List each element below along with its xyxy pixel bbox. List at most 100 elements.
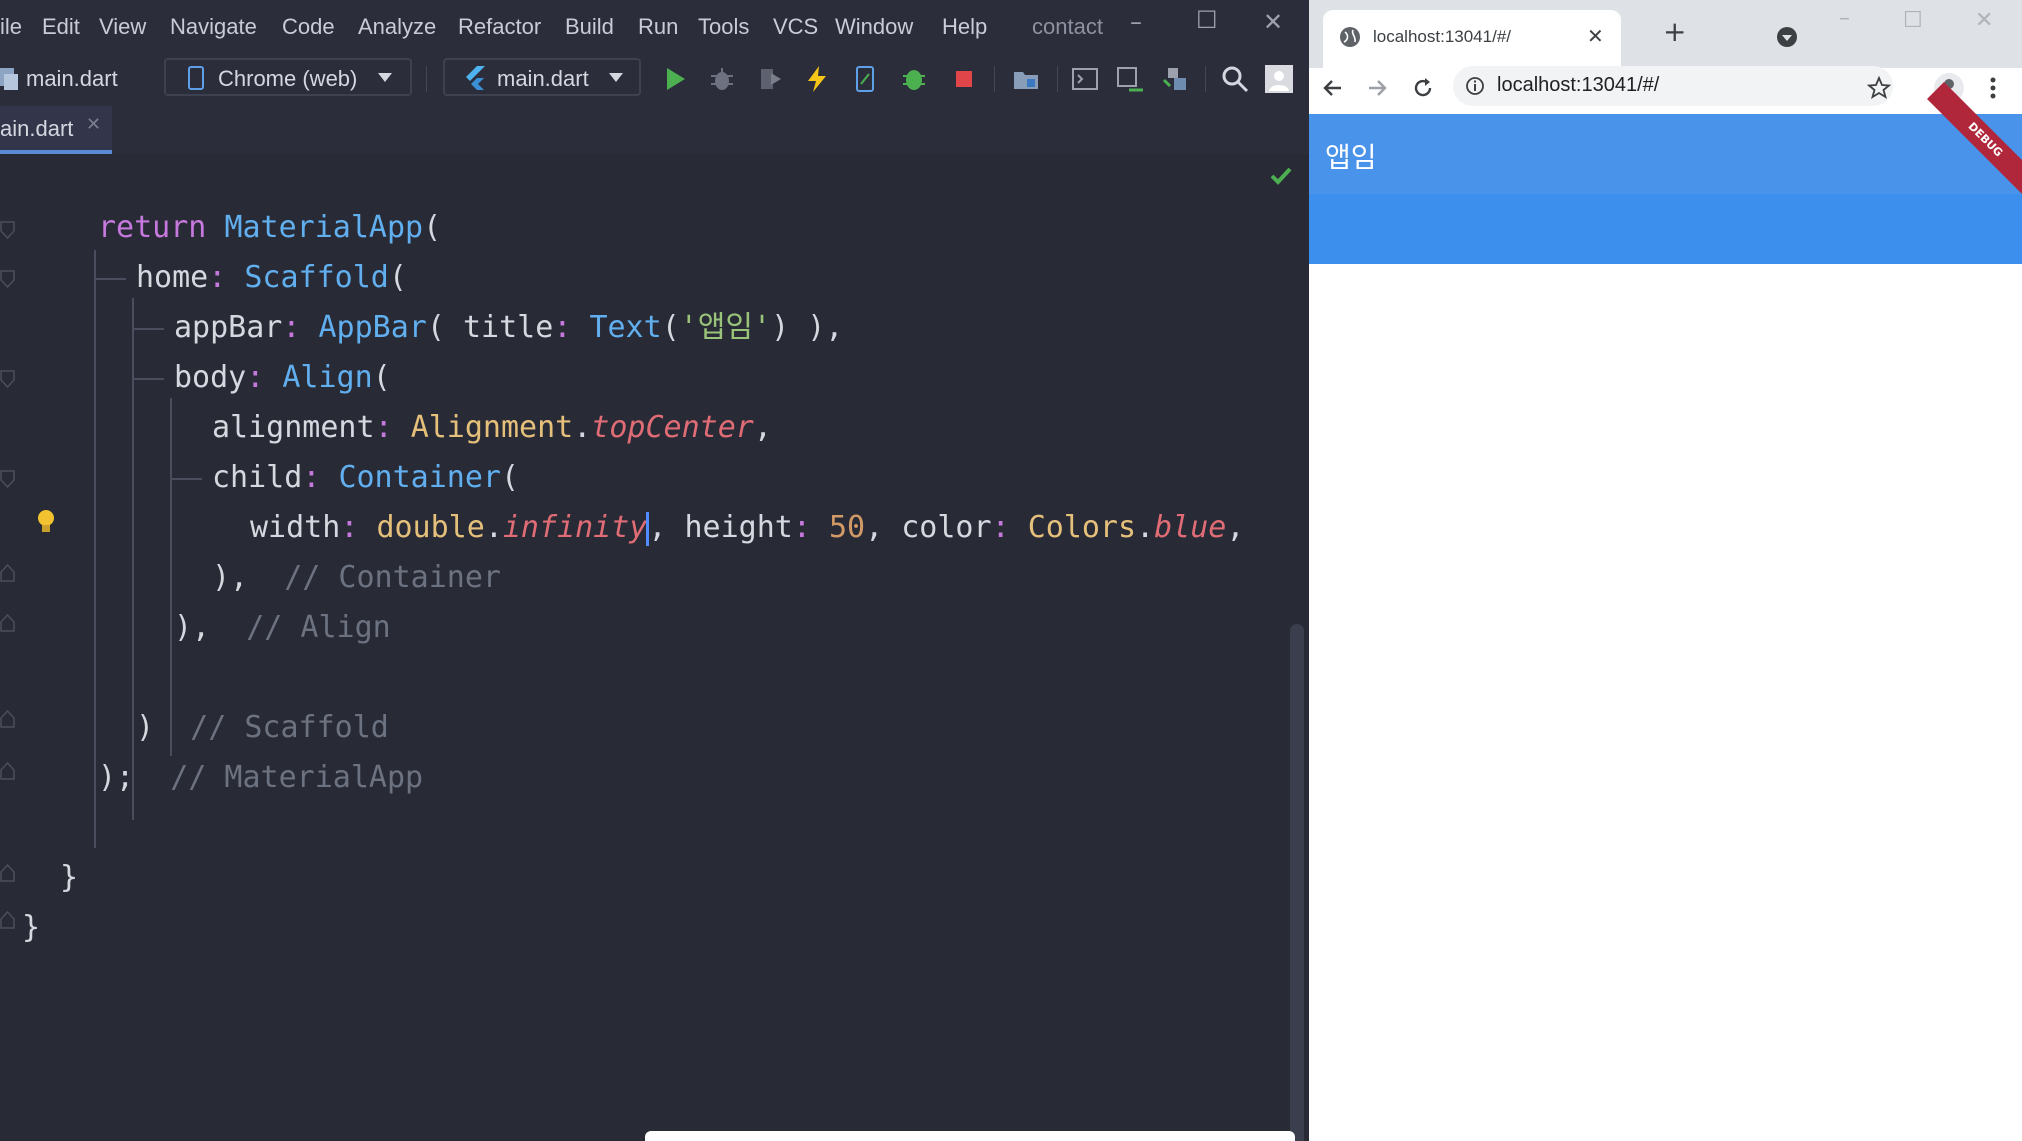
toolbar-divider [1057, 66, 1058, 92]
code-line: child: Container( [212, 460, 520, 495]
fold-icon[interactable] [0, 911, 16, 929]
code-line: body: Align( [174, 360, 391, 395]
device-label: Chrome (web) [218, 66, 358, 91]
tree-guide [132, 298, 134, 820]
tree-guide [170, 478, 202, 480]
menu-code[interactable]: Code [282, 14, 335, 40]
fold-icon[interactable] [0, 614, 16, 632]
code-line: ); // MaterialApp [98, 760, 424, 795]
menu-analyze[interactable]: Analyze [358, 14, 436, 40]
fold-icon[interactable] [0, 470, 16, 488]
project-structure-icon[interactable] [1011, 64, 1041, 94]
tab-main-dart[interactable]: ain.dart ✕ [0, 106, 112, 154]
bookmark-star-icon[interactable] [1867, 76, 1891, 100]
ide-window: ile Edit View Navigate Code Analyze Refa… [0, 0, 1309, 1141]
tab-label: ain.dart [0, 116, 74, 141]
device-manager-icon[interactable] [1115, 64, 1145, 94]
close-icon[interactable]: ✕ [1263, 8, 1283, 36]
menu-run[interactable]: Run [638, 14, 678, 40]
editor-tab-bar: ain.dart ✕ [0, 106, 1309, 155]
code-line: alignment: Alignment.topCenter, [212, 410, 772, 445]
new-tab-icon[interactable]: + [1663, 18, 1686, 46]
maximize-icon[interactable]: ☐ [1196, 6, 1218, 34]
code-line: home: Scaffold( [136, 260, 407, 295]
minimize-icon[interactable]: – [1130, 8, 1142, 36]
chevron-down-icon [378, 73, 392, 82]
attach-debugger-icon[interactable] [900, 64, 930, 94]
close-icon[interactable]: ✕ [1975, 8, 1993, 33]
browser-tab-strip: localhost:13041/#/ ✕ + – ☐ ✕ [1309, 0, 2022, 68]
chevron-down-icon [609, 73, 623, 82]
dart-file-icon [0, 68, 18, 90]
globe-icon [1340, 27, 1360, 47]
info-icon[interactable] [1465, 76, 1485, 96]
tree-guide [170, 398, 172, 756]
fold-icon[interactable] [0, 864, 16, 882]
browser-window: localhost:13041/#/ ✕ + – ☐ ✕ localhost:1… [1309, 0, 2022, 1141]
device-selector[interactable]: Chrome (web) [164, 58, 412, 96]
overlay-bar [645, 1131, 1295, 1141]
browser-tab[interactable]: localhost:13041/#/ ✕ [1323, 10, 1621, 68]
minimize-icon[interactable]: – [1839, 6, 1850, 31]
back-arrow-icon[interactable] [1321, 76, 1345, 100]
tree-guide [94, 250, 96, 848]
code-editor[interactable]: return MaterialApp( home: Scaffold( appB… [0, 154, 1309, 1141]
app-bar-title: 앱임 [1325, 141, 1377, 174]
fold-icon[interactable] [0, 564, 16, 582]
reload-icon[interactable] [1411, 76, 1435, 100]
menu-edit[interactable]: Edit [42, 14, 80, 40]
checkmark-icon [1270, 167, 1292, 185]
project-title: contact [1032, 14, 1103, 39]
address-bar[interactable]: localhost:13041/#/ [1453, 66, 1893, 106]
flutter-icon [466, 66, 485, 90]
project-file-label[interactable]: main.dart [26, 66, 118, 92]
tab-search-icon[interactable] [1776, 26, 1798, 48]
menu-help[interactable]: Help [942, 14, 987, 40]
fold-icon[interactable] [0, 762, 16, 780]
menu-refactor[interactable]: Refactor [458, 14, 541, 40]
menu-file[interactable]: ile [0, 14, 22, 40]
flutter-app-bar: 앱임 [1309, 114, 2022, 194]
stop-icon[interactable] [949, 64, 979, 94]
run-config-selector[interactable]: main.dart [443, 58, 641, 96]
menu-window[interactable]: Window [835, 14, 913, 40]
fold-icon[interactable] [0, 370, 16, 388]
code-line: return MaterialApp( [98, 210, 442, 245]
hot-reload-icon[interactable] [802, 64, 832, 94]
menu-build[interactable]: Build [565, 14, 614, 40]
menu-tools[interactable]: Tools [698, 14, 749, 40]
editor-scrollbar[interactable] [1290, 624, 1304, 1141]
toolbar-divider [1205, 66, 1206, 92]
run-config-label: main.dart [497, 66, 589, 91]
toolbar: main.dart Chrome (web) main.dart [0, 54, 1309, 106]
terminal-icon[interactable] [1070, 64, 1100, 94]
fold-icon[interactable] [0, 270, 16, 288]
hot-restart-icon[interactable] [850, 64, 880, 94]
search-icon[interactable] [1220, 64, 1250, 94]
fold-icon[interactable] [0, 221, 16, 239]
debug-icon[interactable] [707, 64, 737, 94]
menu-navigate[interactable]: Navigate [170, 14, 257, 40]
code-line: } [60, 860, 79, 895]
maximize-icon[interactable]: ☐ [1903, 8, 1923, 33]
sdk-manager-icon[interactable] [1160, 64, 1190, 94]
code-line: ), // Container [212, 560, 501, 595]
forward-arrow-icon[interactable] [1365, 76, 1389, 100]
phone-icon [188, 66, 204, 90]
kebab-menu-icon[interactable] [1989, 76, 1997, 100]
toolbar-divider [426, 66, 427, 92]
code-line: width: double.infinity, height: 50, colo… [250, 510, 1245, 546]
run-icon[interactable] [660, 64, 690, 94]
fold-icon[interactable] [0, 710, 16, 728]
tree-guide [132, 378, 164, 380]
tree-guide [132, 328, 164, 330]
tab-close-icon[interactable]: ✕ [86, 114, 101, 135]
menu-vcs[interactable]: VCS [773, 14, 818, 40]
menu-view[interactable]: View [99, 14, 146, 40]
browser-tab-title: localhost:13041/#/ [1373, 27, 1511, 46]
account-icon[interactable] [1264, 64, 1294, 94]
tab-close-icon[interactable]: ✕ [1587, 24, 1604, 48]
browser-toolbar: localhost:13041/#/ [1309, 66, 2022, 114]
lightbulb-icon[interactable] [36, 508, 56, 536]
coverage-icon[interactable] [755, 64, 785, 94]
